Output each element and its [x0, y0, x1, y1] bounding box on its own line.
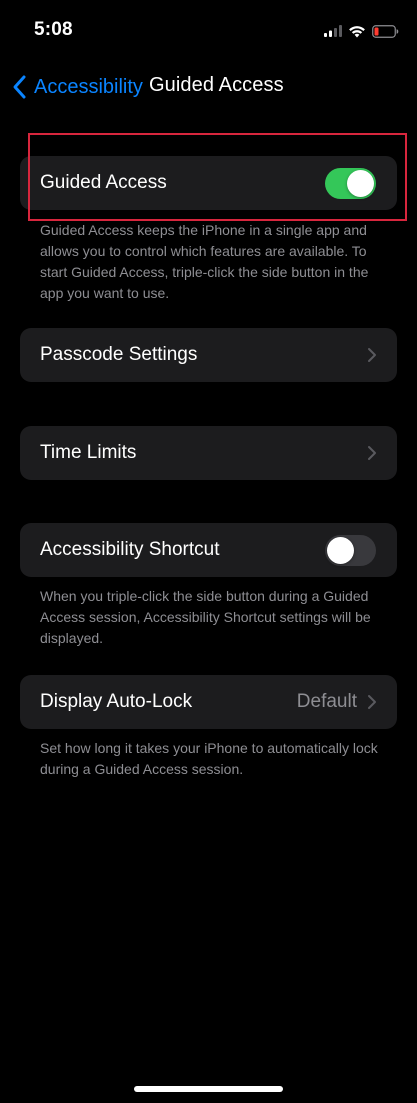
accessibility-shortcut-toggle[interactable]	[325, 534, 376, 566]
toggle-knob	[327, 536, 354, 564]
display-auto-lock-value: Default	[296, 691, 357, 712]
status-icons	[324, 20, 399, 42]
back-button[interactable]: Accessibility	[10, 72, 143, 102]
back-button-label: Accessibility	[34, 75, 143, 98]
accessibility-shortcut-footer: When you triple-click the side button du…	[40, 588, 371, 646]
accessibility-shortcut-row: Accessibility Shortcut	[20, 523, 397, 577]
page-title: Guided Access	[149, 74, 284, 96]
guided-access-label: Guided Access	[40, 172, 167, 193]
guided-access-row: Guided Access	[20, 156, 397, 210]
status-time: 5:08	[34, 19, 73, 40]
cellular-signal-icon	[324, 25, 342, 37]
guided-access-screen: 5:08 Accessibility Guided Access Guided …	[0, 0, 417, 1103]
home-indicator[interactable]	[134, 1086, 283, 1092]
chevron-right-icon	[368, 446, 376, 460]
guided-access-toggle[interactable]	[325, 167, 376, 199]
display-auto-lock-label: Display Auto-Lock	[40, 691, 193, 712]
time-limits-label: Time Limits	[40, 442, 137, 463]
time-limits-row[interactable]: Time Limits	[20, 426, 397, 480]
guided-access-footer: Guided Access keeps the iPhone in a sing…	[40, 222, 369, 301]
display-auto-lock-row[interactable]: Display Auto-Lock Default	[20, 675, 397, 729]
chevron-right-icon	[368, 695, 376, 709]
passcode-settings-label: Passcode Settings	[40, 344, 198, 365]
battery-icon	[372, 24, 399, 38]
wifi-icon	[349, 25, 365, 37]
chevron-right-icon	[368, 348, 376, 362]
accessibility-shortcut-label: Accessibility Shortcut	[40, 539, 220, 560]
toggle-knob	[347, 169, 374, 197]
display-auto-lock-footer: Set how long it takes your iPhone to aut…	[40, 740, 378, 777]
passcode-settings-row[interactable]: Passcode Settings	[20, 328, 397, 382]
chevron-left-icon	[13, 75, 26, 99]
